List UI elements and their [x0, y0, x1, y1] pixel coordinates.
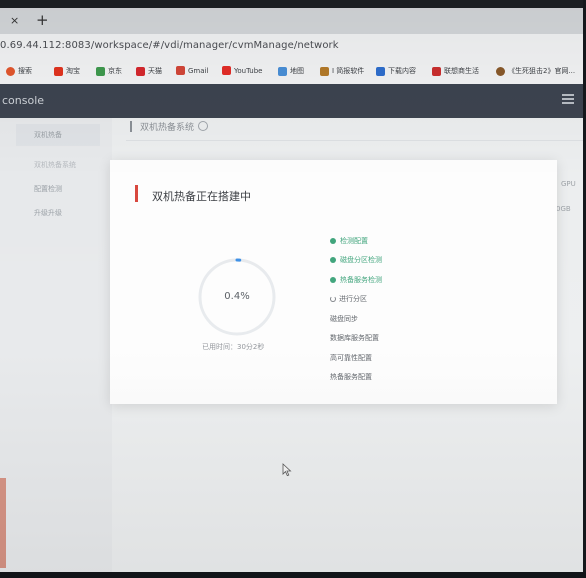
address-bar[interactable]: 0.69.44.112:8083/workspace/#/vdi/manager… [0, 34, 584, 61]
bookmark-search[interactable]: 搜索 [6, 66, 32, 76]
bookmark-lenovo[interactable]: 联想商生活 [432, 66, 479, 76]
step-item: 热备服务检测 [330, 270, 382, 290]
progress-percent: 0.4% [224, 291, 250, 302]
photographed-screen: × + 0.69.44.112:8083/workspace/#/vdi/man… [0, 8, 584, 574]
bookmark-software[interactable]: I 简报软件 [320, 66, 364, 76]
software-icon [320, 66, 329, 76]
step-item-active: 进行分区 [330, 290, 382, 310]
step-item: 数据库服务配置 [330, 334, 379, 343]
youtube-icon [222, 66, 231, 75]
bookmarks-bar: 搜索 淘宝 京东 天猫 Gmail YouTube 地图 I 简报软件 下载内容… [0, 60, 584, 85]
mouse-cursor-icon [282, 463, 292, 477]
tab-close-icon[interactable]: × [10, 14, 19, 27]
gmail-icon [176, 66, 185, 75]
background-fragment: GPU [561, 180, 576, 188]
step-item: 检测配置 [330, 231, 382, 251]
photo-edge [0, 478, 6, 568]
page-title: 双机热备系统 [130, 120, 209, 133]
bookmark-tmall[interactable]: 天猫 [136, 66, 162, 76]
step-list: 检测配置 磁盘分区检测 热备服务检测 进行分区 磁盘同步 数据库服务配置 高可靠… [330, 231, 382, 387]
taobao-icon [54, 66, 63, 76]
elapsed-time: 已用时间：30分2秒 [202, 343, 265, 351]
game-icon [496, 66, 505, 76]
bookmark-maps[interactable]: 地图 [278, 66, 304, 76]
loading-spinner-icon [330, 296, 336, 303]
bookmark-downloads[interactable]: 下载内容 [376, 66, 416, 76]
modal-title-accent [135, 185, 138, 202]
new-tab-button[interactable]: + [36, 11, 49, 29]
check-circle-icon [330, 276, 336, 283]
step-item: 磁盘同步 [330, 314, 358, 323]
sidebar-item-hot-standby-system[interactable]: 双机热备系统 [34, 160, 76, 170]
jd-icon [96, 66, 105, 76]
check-circle-icon [330, 257, 336, 264]
bookmark-gmail[interactable]: Gmail [176, 66, 208, 75]
search-bookmark-icon [6, 66, 15, 76]
sidebar-item-hot-standby[interactable]: 双机热备 [16, 124, 100, 146]
console-header: console [0, 84, 584, 118]
maps-icon [278, 66, 287, 76]
divider [126, 140, 584, 141]
step-item: 热备服务配置 [330, 373, 372, 382]
bookmark-youtube[interactable]: YouTube [222, 66, 262, 75]
console-title: console [2, 94, 45, 107]
info-icon[interactable] [198, 121, 209, 131]
bookmark-taobao[interactable]: 淘宝 [54, 66, 80, 76]
sidebar: 双机热备 双机热备系统 配置检测 升级升级 [0, 118, 112, 574]
background-fragment: 0GB [556, 205, 571, 213]
browser-tabstrip: × + [0, 8, 584, 34]
menu-icon[interactable] [562, 94, 574, 104]
sidebar-item-upgrade[interactable]: 升级升级 [34, 208, 62, 218]
tmall-icon [136, 66, 145, 76]
lenovo-icon [432, 66, 441, 76]
step-item: 高可靠性配置 [330, 353, 372, 362]
check-circle-icon [330, 237, 336, 244]
url-text[interactable]: 0.69.44.112:8083/workspace/#/vdi/manager… [0, 40, 339, 51]
modal-title: 双机热备正在搭建中 [152, 190, 251, 203]
sidebar-item-config-check[interactable]: 配置检测 [34, 184, 62, 194]
download-icon [376, 66, 385, 76]
bookmark-game[interactable]: 《生死狙击2》官网... [496, 66, 575, 76]
bookmark-jd[interactable]: 京东 [96, 66, 122, 76]
photo-edge [0, 572, 586, 578]
title-accent-bar [130, 121, 132, 132]
setup-progress-modal: 双机热备正在搭建中 0.4% 已用时间：30分2秒 检测配置 磁盘分区检测 热备… [110, 160, 557, 404]
step-item: 磁盘分区检测 [330, 251, 382, 271]
